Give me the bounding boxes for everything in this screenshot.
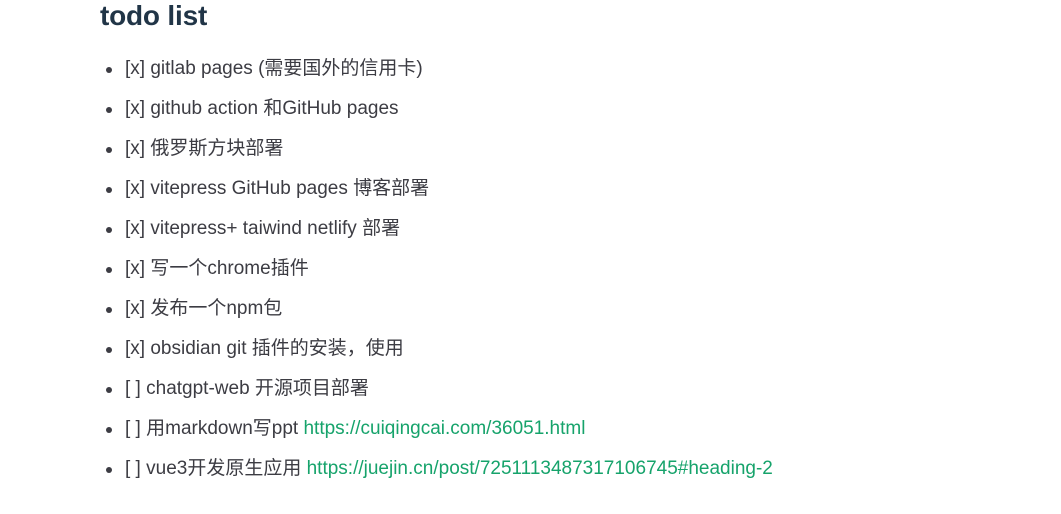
list-item: [x] github action 和GitHub pages bbox=[100, 94, 1061, 134]
bullet-icon bbox=[106, 467, 112, 473]
item-text: vitepress GitHub pages 博客部署 bbox=[150, 178, 430, 199]
item-status: [x] bbox=[125, 338, 146, 359]
bullet-icon bbox=[106, 387, 112, 393]
item-text: vitepress+ taiwind netlify 部署 bbox=[150, 218, 401, 239]
bullet-icon bbox=[106, 187, 112, 193]
todo-list: [x] gitlab pages (需要国外的信用卡) [x] github a… bbox=[100, 54, 1061, 494]
item-link[interactable]: https://cuiqingcai.com/36051.html bbox=[303, 418, 585, 439]
document-content: todo list [x] gitlab pages (需要国外的信用卡) [x… bbox=[100, 0, 1061, 494]
item-status: [x] bbox=[125, 258, 146, 279]
bullet-icon bbox=[106, 347, 112, 353]
item-status: [ ] bbox=[125, 418, 141, 439]
list-item: [x] vitepress GitHub pages 博客部署 bbox=[100, 174, 1061, 214]
item-status: [x] bbox=[125, 138, 146, 159]
item-text: 发布一个npm包 bbox=[150, 298, 283, 319]
item-text: vue3开发原生应用 bbox=[146, 458, 302, 479]
item-text: obsidian git 插件的安装，使用 bbox=[150, 338, 404, 359]
item-text: 写一个chrome插件 bbox=[150, 258, 309, 279]
bullet-icon bbox=[106, 427, 112, 433]
bullet-icon bbox=[106, 107, 112, 113]
item-status: [x] bbox=[125, 298, 146, 319]
bullet-icon bbox=[106, 147, 112, 153]
page-title: todo list bbox=[100, 0, 208, 31]
bullet-icon bbox=[106, 67, 112, 73]
item-text: 用markdown写ppt bbox=[146, 418, 299, 439]
item-text: gitlab pages (需要国外的信用卡) bbox=[150, 58, 423, 79]
item-status: [x] bbox=[125, 218, 146, 239]
list-item: [x] 俄罗斯方块部署 bbox=[100, 134, 1061, 174]
item-status: [x] bbox=[125, 58, 146, 79]
item-status: [x] bbox=[125, 178, 146, 199]
bullet-icon bbox=[106, 307, 112, 313]
list-item: [ ] chatgpt-web 开源项目部署 bbox=[100, 374, 1061, 414]
item-text: github action 和GitHub pages bbox=[150, 98, 399, 119]
list-item: [x] gitlab pages (需要国外的信用卡) bbox=[100, 54, 1061, 94]
item-status: [ ] bbox=[125, 378, 141, 399]
list-item: [x] vitepress+ taiwind netlify 部署 bbox=[100, 214, 1061, 254]
list-item: [ ] vue3开发原生应用 https://juejin.cn/post/72… bbox=[100, 454, 1061, 494]
item-text: chatgpt-web 开源项目部署 bbox=[146, 378, 369, 399]
list-item: [x] obsidian git 插件的安装，使用 bbox=[100, 334, 1061, 374]
list-item: [x] 写一个chrome插件 bbox=[100, 254, 1061, 294]
list-item: [x] 发布一个npm包 bbox=[100, 294, 1061, 334]
list-item: [ ] 用markdown写ppt https://cuiqingcai.com… bbox=[100, 414, 1061, 454]
item-text: 俄罗斯方块部署 bbox=[150, 138, 284, 159]
item-status: [x] bbox=[125, 98, 146, 119]
item-status: [ ] bbox=[125, 458, 141, 479]
item-link[interactable]: https://juejin.cn/post/72511134873171067… bbox=[307, 458, 773, 479]
bullet-icon bbox=[106, 227, 112, 233]
bullet-icon bbox=[106, 267, 112, 273]
